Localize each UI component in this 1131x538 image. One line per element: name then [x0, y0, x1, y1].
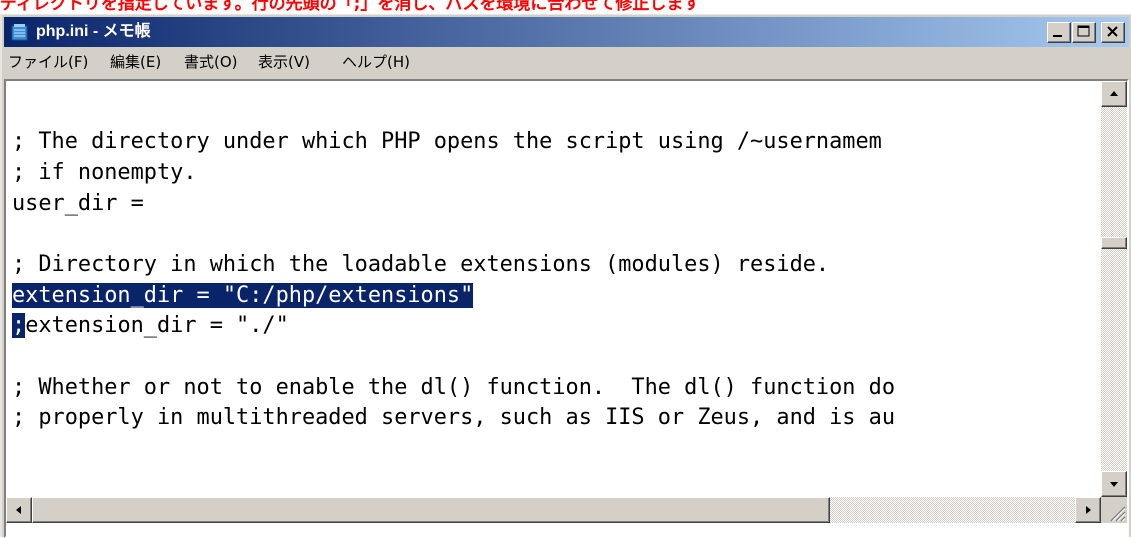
editor-line-selected: extension_dir = "C:/php/extensions" [12, 281, 474, 311]
close-button[interactable] [1101, 22, 1125, 43]
resize-grip-icon [1110, 506, 1126, 522]
scroll-up-button[interactable] [1101, 81, 1127, 107]
arrow-left-icon [16, 506, 21, 514]
editor-line: ;extension_dir = "./" [12, 311, 289, 341]
scroll-down-button[interactable] [1101, 471, 1127, 497]
menu-file[interactable]: ファイル(F) [8, 52, 88, 72]
minimize-button[interactable] [1047, 22, 1071, 43]
arrow-right-icon [1086, 506, 1091, 514]
editor-line-text: extension_dir = "./" [25, 313, 289, 338]
horizontal-scrollbar[interactable] [6, 497, 1101, 523]
text-editor[interactable]: ; The directory under which PHP opens th… [4, 79, 1129, 538]
vertical-scrollbar[interactable] [1101, 81, 1127, 497]
selected-text: extension_dir = "C:/php/extensions" [12, 283, 474, 308]
editor-line: ; Directory in which the loadable extens… [12, 252, 830, 277]
scroll-left-button[interactable] [6, 497, 32, 523]
menu-view[interactable]: 表示(V) [258, 52, 310, 72]
horizontal-scroll-thumb[interactable] [32, 497, 830, 523]
annotation-text: ディレクトリを指定しています。行の先頭の「;」を消し、パスを環境に合わせて修正し… [0, 0, 701, 14]
menu-bar: ファイル(F) 編集(E) 書式(O) 表示(V) ヘルプ(H) [4, 48, 1129, 77]
maximize-icon [1077, 25, 1090, 37]
editor-line: ; if nonempty. [12, 160, 197, 185]
menu-edit[interactable]: 編集(E) [110, 52, 161, 72]
editor-line: ; The directory under which PHP opens th… [12, 129, 882, 154]
close-icon [1107, 26, 1118, 37]
title-bar[interactable]: php.ini - メモ帳 [4, 17, 1129, 47]
vertical-scroll-thumb[interactable] [1101, 237, 1127, 249]
resize-grip[interactable] [1101, 497, 1127, 523]
editor-line: user_dir = [12, 191, 144, 216]
editor-line: ; properly in multithreaded servers, suc… [12, 405, 896, 430]
window-title: php.ini - メモ帳 [36, 23, 151, 40]
arrow-up-icon [1110, 91, 1118, 96]
menu-help[interactable]: ヘルプ(H) [342, 52, 410, 72]
scroll-right-button[interactable] [1075, 497, 1101, 523]
maximize-button[interactable] [1072, 22, 1096, 43]
editor-line: ; Whether or not to enable the dl() func… [12, 375, 896, 400]
arrow-down-icon [1110, 482, 1118, 487]
notepad-icon [11, 24, 28, 41]
menu-format[interactable]: 書式(O) [184, 52, 238, 72]
minimize-icon [1053, 35, 1062, 37]
cursor-char: ; [12, 313, 26, 338]
editor-text-area[interactable]: ; The directory under which PHP opens th… [12, 91, 1100, 491]
notepad-window: php.ini - メモ帳 ファイル(F) 編集(E) 書式(O) 表示(V) … [0, 14, 1131, 538]
